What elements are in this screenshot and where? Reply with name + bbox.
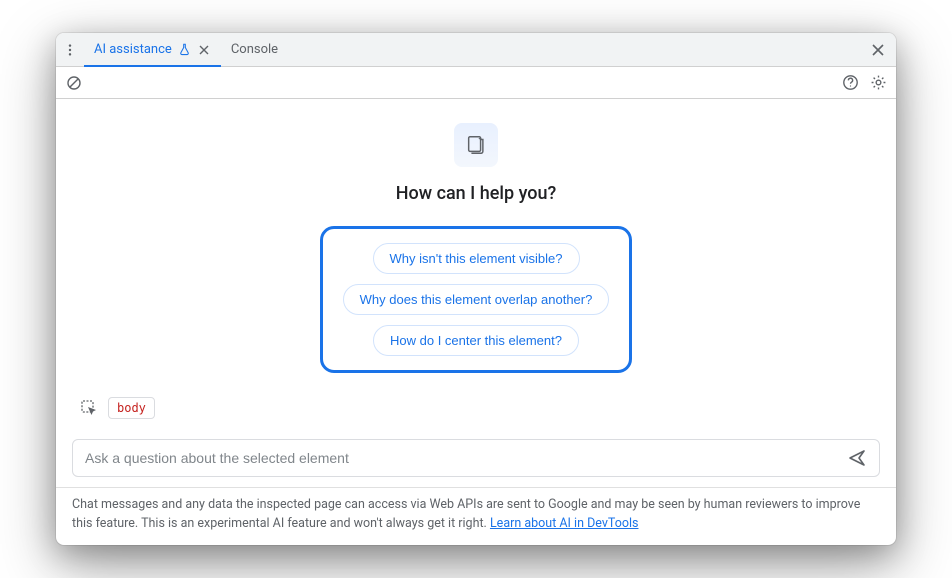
suggestion-chip[interactable]: Why isn't this element visible? xyxy=(373,243,580,274)
toolbar xyxy=(56,67,896,99)
help-icon[interactable] xyxy=(838,71,862,95)
more-menu-button[interactable] xyxy=(56,33,84,66)
tab-console[interactable]: Console xyxy=(221,33,288,66)
prompt-input-row xyxy=(72,439,880,477)
disclaimer-text: Chat messages and any data the inspected… xyxy=(72,497,860,530)
suggestion-chip[interactable]: Why does this element overlap another? xyxy=(343,284,610,315)
devtools-panel: AI assistance Console xyxy=(56,33,896,544)
element-selector-icon[interactable] xyxy=(80,399,98,417)
clear-icon[interactable] xyxy=(62,71,86,95)
tab-label: AI assistance xyxy=(94,42,172,57)
prompt-input[interactable] xyxy=(85,450,843,466)
close-panel-button[interactable] xyxy=(866,38,890,62)
selected-element-chip[interactable]: body xyxy=(108,397,155,419)
suggestions-box: Why isn't this element visible? Why does… xyxy=(320,226,633,373)
ai-sparkle-icon xyxy=(454,123,498,167)
disclaimer-link[interactable]: Learn about AI in DevTools xyxy=(490,516,639,531)
hero-title: How can I help you? xyxy=(396,183,556,204)
send-icon[interactable] xyxy=(843,444,871,472)
tab-label: Console xyxy=(231,42,278,57)
close-tab-icon[interactable] xyxy=(197,43,211,57)
context-row: body xyxy=(80,397,872,427)
experimental-icon xyxy=(178,43,191,56)
main-content: How can I help you? Why isn't this eleme… xyxy=(56,99,896,439)
disclaimer: Chat messages and any data the inspected… xyxy=(56,487,896,544)
settings-icon[interactable] xyxy=(866,71,890,95)
tab-bar: AI assistance Console xyxy=(56,33,896,67)
tab-ai-assistance[interactable]: AI assistance xyxy=(84,33,221,66)
suggestion-chip[interactable]: How do I center this element? xyxy=(373,325,579,356)
